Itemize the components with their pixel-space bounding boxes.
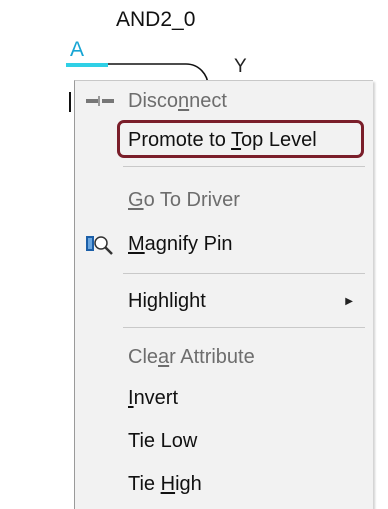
menu-item-tie-high[interactable]: Tie High: [76, 464, 371, 504]
gate-instance-label: AND2_0: [116, 8, 196, 31]
magnify-pin-icon: [86, 236, 113, 255]
disconnect-icon: [86, 96, 114, 106]
pin-a-wire[interactable]: [66, 63, 108, 67]
menu-item-go-to-driver[interactable]: Go To Driver: [76, 180, 371, 220]
menu-item-magnify-pin[interactable]: Magnify Pin: [76, 224, 371, 264]
menu-separator: [123, 166, 365, 167]
output-y-label: Y: [234, 56, 247, 77]
pin-b-wire[interactable]: [69, 92, 71, 112]
menu-separator: [123, 273, 365, 274]
pin-a-label[interactable]: A: [70, 38, 84, 62]
menu-separator: [123, 327, 365, 328]
menu-item-tie-low[interactable]: Tie Low: [76, 421, 371, 461]
menu-item-highlight[interactable]: Highlight ▶: [76, 281, 371, 321]
submenu-arrow-icon: ▶: [345, 295, 353, 307]
menu-item-invert[interactable]: Invert: [76, 378, 371, 418]
menu-item-promote-to-top-level[interactable]: Promote to Top Level: [76, 120, 371, 160]
menu-item-clear-attribute[interactable]: Clear Attribute: [76, 337, 371, 377]
menu-item-disconnect[interactable]: Disconnect: [76, 81, 371, 121]
context-menu: Disconnect Promote to Top Level Go To Dr…: [74, 80, 373, 509]
